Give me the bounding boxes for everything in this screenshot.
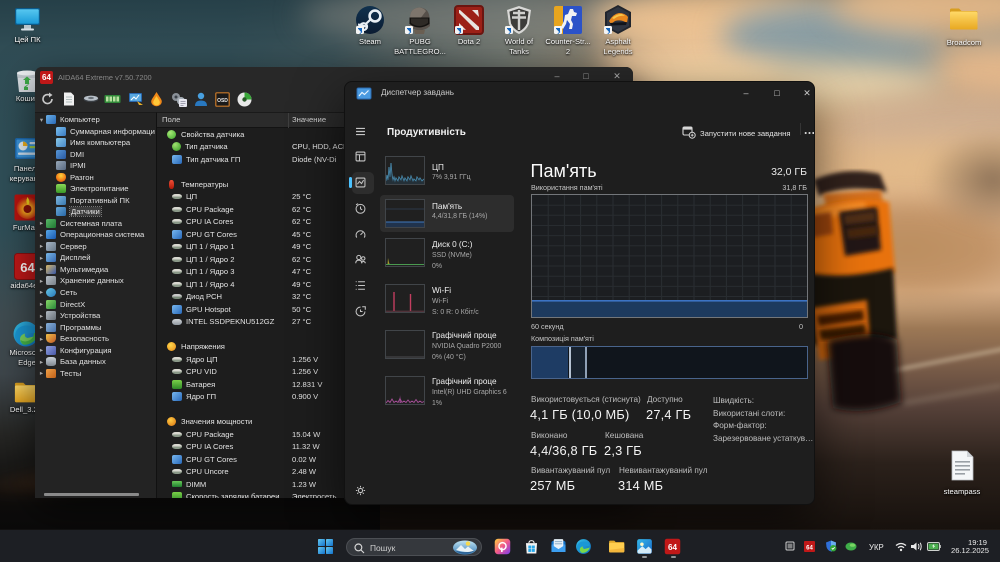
svg-text:64: 64 bbox=[668, 543, 678, 552]
svg-text:64: 64 bbox=[806, 545, 813, 551]
svg-text:OSD: OSD bbox=[217, 98, 228, 104]
svg-text:64: 64 bbox=[20, 260, 35, 275]
